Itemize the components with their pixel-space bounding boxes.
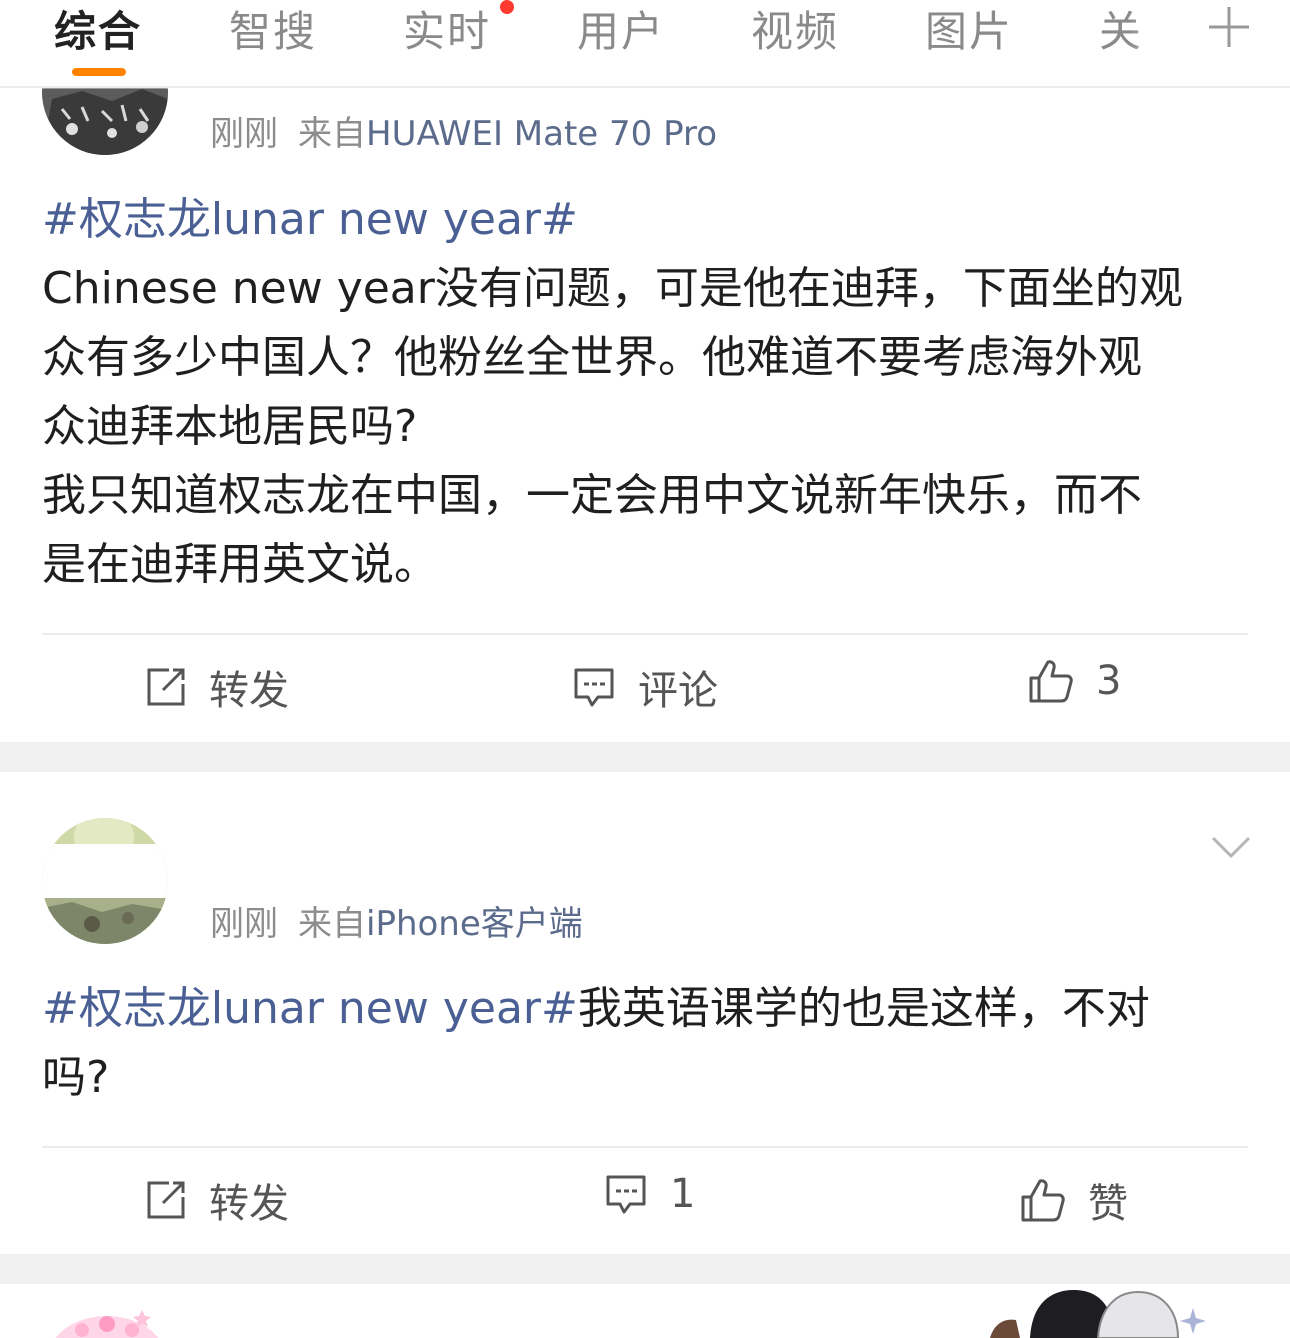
post-card xyxy=(0,1284,1290,1338)
thumbs-up-icon xyxy=(1029,660,1073,703)
topic-hashtag[interactable]: #权志龙lunar new year# xyxy=(42,983,578,1034)
repost-label: 转发 xyxy=(209,1181,289,1227)
tab-fade-overlay xyxy=(1130,0,1190,60)
source-prefix: 来自 xyxy=(298,114,366,154)
post-time: 刚刚 xyxy=(210,114,278,154)
body-line: 吗? xyxy=(42,1052,110,1103)
tab-comprehensive[interactable]: 综合 xyxy=(54,0,142,59)
post-body: #权志龙lunar new year# Chinese new year没有问题… xyxy=(42,185,1252,599)
plus-icon[interactable] xyxy=(1206,4,1252,50)
divider xyxy=(42,633,1248,635)
body-text: 我英语课学的也是这样，不对 xyxy=(577,983,1150,1034)
comment-button[interactable]: 评论 xyxy=(572,658,718,716)
tab-smart-search[interactable]: 智搜 xyxy=(229,0,317,59)
tab-video[interactable]: 视频 xyxy=(751,0,839,59)
avatar[interactable] xyxy=(42,818,168,944)
like-label: 赞 xyxy=(1088,1181,1128,1227)
source-prefix: 来自 xyxy=(298,904,366,944)
repost-button[interactable]: 转发 xyxy=(145,658,289,716)
repost-button[interactable]: 转发 xyxy=(145,1171,289,1229)
repost-label: 转发 xyxy=(209,668,289,714)
like-button[interactable]: 3 xyxy=(1028,658,1121,704)
active-tab-indicator xyxy=(72,68,126,76)
topic-hashtag[interactable]: #权志龙lunar new year# xyxy=(42,194,578,245)
post-time: 刚刚 xyxy=(210,904,278,944)
post-meta: 刚刚 来自HUAWEI Mate 70 Pro xyxy=(210,106,717,155)
like-button[interactable]: 赞 xyxy=(1020,1171,1128,1229)
comment-label: 评论 xyxy=(638,668,718,714)
source-device[interactable]: iPhone客户端 xyxy=(366,904,583,944)
post-card: 刚刚 来自HUAWEI Mate 70 Pro #权志龙lunar new yea… xyxy=(0,29,1290,742)
feed-separator xyxy=(0,742,1290,772)
post-body: #权志龙lunar new year#我英语课学的也是这样，不对 吗? xyxy=(42,974,1252,1112)
avatar-image xyxy=(42,818,168,944)
comment-icon xyxy=(606,1175,646,1214)
chevron-down-icon[interactable] xyxy=(1210,834,1252,860)
body-line: Chinese new year没有问题，可是他在迪拜，下面坐的观 xyxy=(42,263,1183,314)
source-device[interactable]: HUAWEI Mate 70 Pro xyxy=(366,114,717,154)
notification-dot xyxy=(500,0,514,14)
tab-realtime[interactable]: 实时 xyxy=(403,0,491,59)
comment-count: 1 xyxy=(670,1171,696,1217)
thumbs-up-icon xyxy=(1021,1179,1065,1222)
feed-separator xyxy=(0,1254,1290,1284)
body-line: 是在迪拜用英文说。 xyxy=(42,539,438,590)
comment-icon xyxy=(574,668,614,707)
body-line: 众迪拜本地居民吗? xyxy=(42,401,418,452)
tab-images[interactable]: 图片 xyxy=(925,0,1013,59)
post-card: 刚刚 来自iPhone客户端 #权志龙lunar new year#我英语课学的也… xyxy=(0,772,1290,1254)
like-count: 3 xyxy=(1096,658,1122,704)
search-tab-bar: 综合 智搜 实时 用户 视频 图片 关 xyxy=(0,0,1290,88)
repost-icon xyxy=(147,1181,185,1219)
body-line: 众有多少中国人？他粉丝全世界。他难道不要考虑海外观 xyxy=(42,332,1142,383)
post-meta: 刚刚 来自iPhone客户端 xyxy=(210,896,583,945)
character-sticker xyxy=(990,1290,1206,1338)
repost-icon xyxy=(147,668,185,706)
body-line: 我只知道权志龙在中国，一定会用中文说新年快乐，而不 xyxy=(42,470,1142,521)
divider xyxy=(42,1146,1248,1148)
tab-users[interactable]: 用户 xyxy=(577,0,665,59)
comment-button[interactable]: 1 xyxy=(604,1171,695,1217)
avatar-frame-decoration xyxy=(55,1310,159,1338)
